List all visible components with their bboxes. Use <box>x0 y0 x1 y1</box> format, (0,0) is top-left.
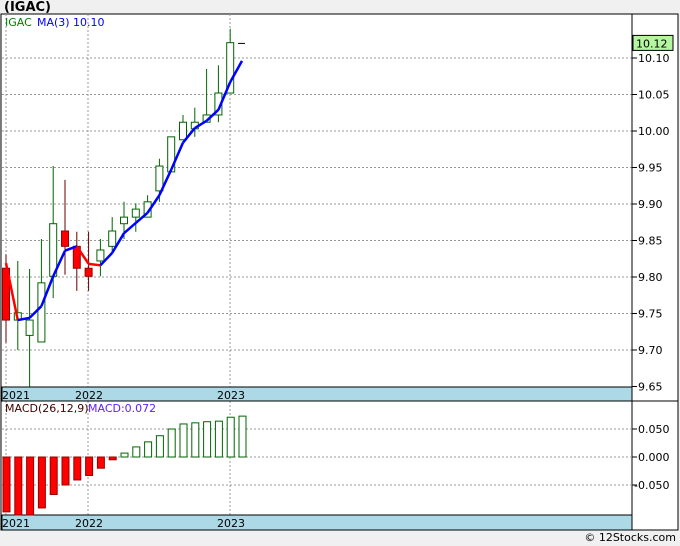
y-tick-label: 9.70 <box>638 344 663 357</box>
macd-bar <box>226 416 235 458</box>
current-price: 10.12 <box>636 37 668 50</box>
macd-bar <box>191 422 200 458</box>
legend-ma-label: MA(3) <box>37 16 70 29</box>
macd-bar <box>26 456 35 516</box>
y-tick-label: 10.05 <box>638 89 670 102</box>
x-tick-label: 2023 <box>217 517 245 530</box>
x-tick-label: 2023 <box>217 389 245 402</box>
macd-bar <box>85 456 94 476</box>
y-tick-label: -0.050 <box>634 479 669 492</box>
macd-bar <box>238 415 247 458</box>
y-tick-label: 9.85 <box>638 235 663 248</box>
macd-bar <box>14 456 23 516</box>
candle-body <box>131 208 140 218</box>
candle-body <box>37 282 46 343</box>
y-tick-label: 9.90 <box>638 198 663 211</box>
candle-body <box>25 319 34 336</box>
macd-bar <box>37 456 46 509</box>
y-tick-label: 10.10 <box>638 52 670 65</box>
legend-ma-value: 10.10 <box>73 16 105 29</box>
candle-body <box>84 267 93 277</box>
macd-bar <box>214 420 223 458</box>
macd-bar <box>49 456 58 496</box>
macd-bar <box>61 456 70 486</box>
y-tick-label: 9.95 <box>638 162 663 175</box>
copyright: © 12Stocks.com <box>584 531 676 544</box>
legend-symbol: IGAC <box>5 16 32 29</box>
x-tick-label: 2022 <box>75 517 103 530</box>
macd-bar <box>120 452 129 458</box>
macd-bar <box>96 456 105 469</box>
macd-legend-label: MACD(26,12,9) <box>5 402 89 415</box>
stock-chart: 10.10 10.05 10.00 9.95 9.90 9.85 9.80 9.75 9.70 9… <box>0 13 679 531</box>
x-tick-label: 2021 <box>2 389 30 402</box>
macd-bar <box>2 456 11 513</box>
candle-body <box>96 249 105 262</box>
y-tick-label: 9.80 <box>638 271 663 284</box>
macd-bar <box>73 456 82 481</box>
ma-line-segment <box>88 262 101 267</box>
candle-body <box>120 216 128 225</box>
macd-bar <box>132 446 141 458</box>
macd-bar <box>167 428 176 458</box>
y-tick-label: 9.75 <box>638 308 663 321</box>
y-tick-label: 0.050 <box>638 423 670 436</box>
y-tick-label: 0.000 <box>638 451 670 464</box>
y-tick-label: 9.65 <box>638 381 663 394</box>
candle-body <box>179 121 187 141</box>
macd-bar <box>144 441 153 458</box>
y-tick-label: 10.00 <box>638 125 670 138</box>
macd-bar <box>155 435 164 458</box>
chart-frame <box>0 13 679 531</box>
macd-bar <box>179 423 188 458</box>
macd-bar <box>203 421 212 458</box>
x-tick-label: 2021 <box>2 517 30 530</box>
macd-legend-value: MACD:0.072 <box>88 402 156 415</box>
x-tick-label: 2022 <box>75 389 103 402</box>
candle-body <box>61 230 69 247</box>
macd-bar <box>108 456 117 461</box>
candle-body <box>108 230 117 247</box>
